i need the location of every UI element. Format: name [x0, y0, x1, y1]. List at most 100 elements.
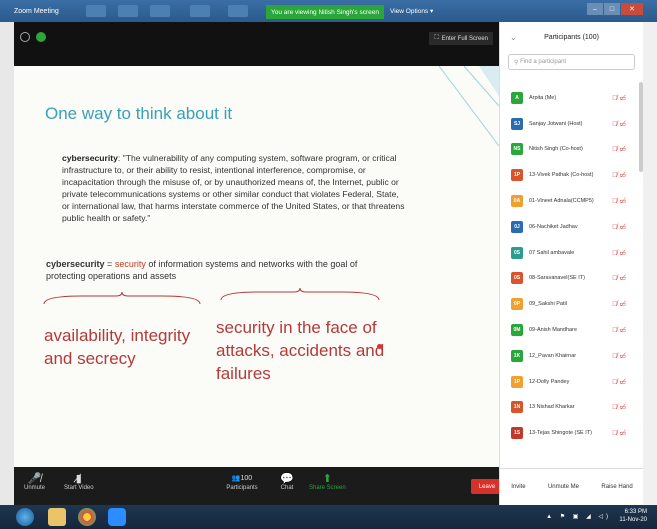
video-off-icon: ▭̸ [619, 172, 628, 180]
participant-avatar: 1S [511, 427, 523, 440]
invite-button[interactable]: Invite [507, 481, 529, 493]
participant-name: 13-Tejas Shingote (SE IT) [529, 430, 592, 437]
left-brace [43, 292, 201, 305]
chrome-icon[interactable] [78, 508, 96, 526]
right-concept: security in the face of attacks, acciden… [216, 318, 385, 383]
shared-screen-area: ⛶ Enter Full Screen One way to think abo… [14, 22, 499, 486]
participant-name: 06-Nachiket Jadhav [529, 223, 578, 230]
participant-avatar: 1K [511, 349, 523, 362]
left-border [0, 22, 14, 505]
participants-count: 100 [240, 474, 253, 482]
video-off-icon: ▭̸ [619, 198, 628, 206]
window-titlebar: Zoom Meeting You are viewing Nitish Sing… [0, 0, 657, 22]
video-off-icon: ▭̸ [619, 301, 628, 309]
titlebar-thumb [86, 5, 106, 17]
start-video-button[interactable]: ▮̸ Start Video [64, 471, 94, 492]
titlebar-thumb [118, 5, 138, 17]
chat-icon: 💬 [280, 472, 294, 485]
participant-row[interactable]: 1K 12_Pavan Khairnar 🎙̸▭̸ [500, 343, 644, 369]
participant-row[interactable]: 0M 09-Anish Mandhare 🎙̸▭̸ [500, 317, 644, 343]
start-orb-icon[interactable] [16, 508, 34, 526]
participant-status-icons: 🎙̸▭̸ [612, 378, 628, 386]
collapse-chevron-icon[interactable]: ⌄ [510, 33, 517, 42]
participant-row[interactable]: 1N 13 Nishad Kharkar 🎙̸▭̸ [500, 395, 644, 421]
participant-name: Nitish Singh (Co-host) [529, 146, 583, 153]
definition-term: cybersecurity [46, 259, 105, 269]
titlebar-thumb [150, 5, 170, 17]
participant-status-icons: 🎙̸▭̸ [612, 197, 628, 205]
info-icon[interactable] [20, 32, 30, 42]
left-concept-line2: and secrecy [44, 349, 136, 368]
participant-row[interactable]: A Arpita (Me) 🎙̸▭̸ [500, 85, 644, 111]
quote-term: cybersecurity [62, 153, 118, 163]
enter-fullscreen-button[interactable]: ⛶ Enter Full Screen [429, 32, 493, 45]
participant-row[interactable]: 1P 12-Dolly Pandey 🎙̸▭̸ [500, 369, 644, 395]
participant-avatar: 0J [511, 220, 523, 233]
start-video-label: Start Video [64, 485, 94, 491]
participants-label: Participants [226, 485, 258, 491]
participant-name: 01-Vineet Adnala(CCMP5) [529, 198, 594, 205]
participants-button[interactable]: 👥 100 Participants [222, 471, 262, 492]
minimize-button[interactable]: – [587, 3, 603, 15]
meeting-info [20, 32, 46, 42]
share-screen-icon: ⬆ [322, 472, 332, 485]
titlebar-thumb [190, 5, 210, 17]
participant-avatar: 0M [511, 324, 523, 337]
video-off-icon: ▮̸ [75, 472, 82, 485]
video-off-icon: ▭̸ [619, 378, 628, 386]
participant-row[interactable]: 0A 01-Vineet Adnala(CCMP5) 🎙̸▭̸ [500, 188, 644, 214]
video-off-icon: ▭̸ [619, 352, 628, 360]
chat-button[interactable]: 💬 Chat [279, 471, 295, 492]
zoom-taskbar-icon[interactable] [108, 508, 126, 526]
participant-name: 13-Vivek Pathak (Co-host) [529, 172, 594, 179]
view-options-label: View Options [390, 8, 429, 15]
maximize-button[interactable]: □ [604, 3, 620, 15]
presentation-slide: One way to think about it cybersecurity:… [14, 66, 499, 486]
participant-status-icons: 🎙̸▭̸ [612, 274, 628, 282]
participant-avatar: A [511, 91, 523, 104]
view-options-menu[interactable]: View Options ▾ [390, 7, 433, 15]
participant-name: 12-Dolly Pandey [529, 378, 570, 385]
video-off-icon: ▭̸ [619, 430, 628, 438]
participant-status-icons: 🎙̸▭̸ [612, 300, 628, 308]
unmute-label: Unmute [24, 485, 46, 491]
search-placeholder: Find a participant [520, 59, 567, 65]
participant-avatar: 0A [511, 195, 523, 208]
chat-label: Chat [280, 485, 294, 491]
share-screen-label: Share Screen [309, 485, 346, 491]
video-off-icon: ▭̸ [619, 146, 628, 154]
participant-row[interactable]: 1S 13-Tejas Shingote (SE IT) 🎙̸▭̸ [500, 420, 644, 446]
participant-status-icons: 🎙̸▭̸ [612, 403, 628, 411]
muted-mic-icon: 🎤̸ [27, 472, 42, 485]
left-concept: availability, integrity and secrecy [44, 324, 190, 370]
shield-icon[interactable] [36, 32, 46, 42]
file-explorer-icon[interactable] [48, 508, 66, 526]
participant-status-icons: 🎙̸▭̸ [612, 352, 628, 360]
unmute-button[interactable]: 🎤̸ Unmute [24, 471, 46, 492]
participant-row[interactable]: 0S 07 Sahil ambavale 🎙̸▭̸ [500, 240, 644, 266]
participant-row[interactable]: NS Nitish Singh (Co-host) 🎙̸▭̸ [500, 137, 644, 163]
raise-hand-button[interactable]: Raise Hand [597, 481, 636, 493]
participant-status-icons: 🎙̸▭̸ [612, 326, 628, 334]
participant-row[interactable]: SJ Sanjay Jotwani (Host) 🎙̸▭̸ [500, 111, 644, 137]
close-button[interactable]: ✕ [621, 3, 643, 15]
video-off-icon: ▭̸ [619, 404, 628, 412]
participant-row[interactable]: 0P 09_Sakshi Patil 🎙̸▭̸ [500, 291, 644, 317]
participant-row[interactable]: 0S 08-Saravanavel(SE IT) 🎙̸▭̸ [500, 266, 644, 292]
panel-title: Participants (100) [544, 33, 599, 41]
participant-avatar: 1N [511, 401, 523, 414]
participant-name: 12_Pavan Khairnar [529, 352, 577, 359]
participant-row[interactable]: 1P 13-Vivek Pathak (Co-host) 🎙̸▭̸ [500, 162, 644, 188]
os-taskbar: ▲ ⚑ ▣ ◢ ◁) 6:33 PM 11-Nov-20 [0, 505, 657, 529]
participant-status-icons: 🎙̸▭̸ [612, 120, 628, 128]
clock-time: 6:33 PM [624, 509, 647, 515]
participant-row[interactable]: 0J 06-Nachiket Jadhav 🎙̸▭̸ [500, 214, 644, 240]
tray-icons: ▲ ⚑ ▣ ◢ ◁) [546, 514, 611, 520]
participant-search-input[interactable]: ⚲ Find a participant [508, 54, 635, 70]
unmute-me-button[interactable]: Unmute Me [544, 481, 583, 493]
video-off-icon: ▭̸ [619, 120, 628, 128]
share-screen-button[interactable]: ⬆ Share Screen [309, 471, 346, 492]
clock[interactable]: 6:33 PM 11-Nov-20 [619, 508, 647, 524]
window-title: Zoom Meeting [14, 7, 59, 15]
video-off-icon: ▭̸ [619, 223, 628, 231]
